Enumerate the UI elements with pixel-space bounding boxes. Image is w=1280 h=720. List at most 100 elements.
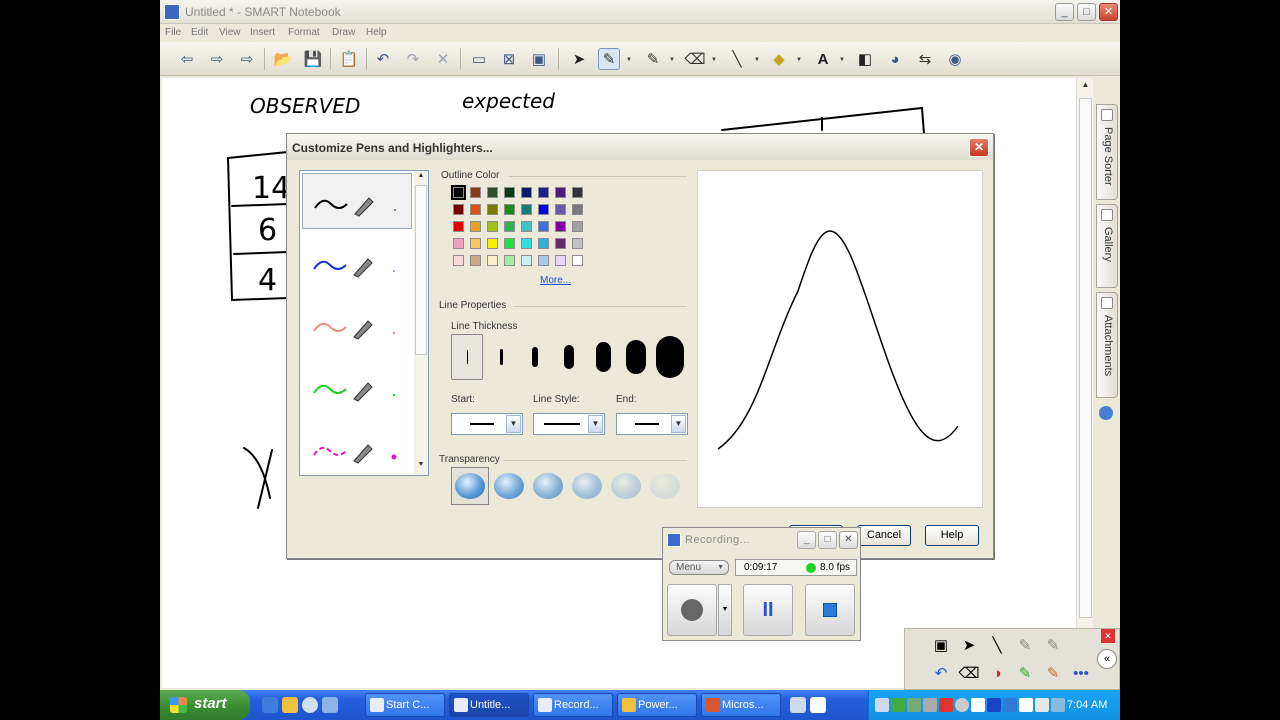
thickness-option-2[interactable] (485, 334, 517, 380)
creative-pen-icon[interactable]: ✎ (642, 48, 664, 70)
tray-icon-9[interactable] (1003, 698, 1017, 712)
color-swatch[interactable] (504, 221, 515, 232)
pen-item-pink[interactable] (302, 297, 412, 353)
menu-help[interactable]: Help (366, 27, 387, 38)
tray-icon-3[interactable] (907, 698, 921, 712)
transparency-option-4[interactable] (568, 467, 606, 505)
color-swatch[interactable] (555, 255, 566, 266)
properties-icon[interactable]: ◕ (884, 48, 906, 70)
transparency-option-1[interactable] (451, 467, 489, 505)
color-swatch[interactable] (521, 238, 532, 249)
color-swatch[interactable] (487, 204, 498, 215)
more-tools-icon[interactable]: ••• (1069, 661, 1093, 685)
eraser-icon[interactable]: ⌫ (957, 661, 981, 685)
color-swatch[interactable] (521, 221, 532, 232)
tray-icon-11[interactable] (1035, 698, 1049, 712)
tray-icon-10[interactable] (1019, 698, 1033, 712)
ie-icon[interactable] (262, 697, 278, 713)
maximize-button[interactable]: □ (1077, 3, 1096, 21)
canvas-scrollbar[interactable]: ▲ ▼ (1076, 78, 1093, 688)
color-swatch[interactable] (555, 238, 566, 249)
color-swatch[interactable] (470, 204, 481, 215)
eraser-dropdown-icon[interactable]: ▼ (711, 57, 717, 63)
color-swatch[interactable] (487, 187, 498, 198)
pen-scroll-down-icon[interactable]: ▼ (415, 461, 427, 473)
toolbar-options-icon[interactable]: ◉ (944, 48, 966, 70)
thickness-option-4[interactable] (553, 334, 585, 380)
pen-item-magenta[interactable] (302, 421, 412, 477)
line-tool-icon[interactable]: ╲ (726, 48, 748, 70)
menu-insert[interactable]: Insert (250, 27, 275, 38)
pen-scroll-up-icon[interactable]: ▲ (415, 172, 427, 184)
thickness-option-5[interactable] (587, 334, 619, 380)
color-swatch[interactable] (487, 221, 498, 232)
color-swatch[interactable] (538, 204, 549, 215)
scroll-up-icon[interactable]: ▲ (1079, 80, 1092, 93)
tray-icon-7[interactable] (971, 698, 985, 712)
menu-edit[interactable]: Edit (191, 27, 208, 38)
tray-icon-2[interactable] (891, 698, 905, 712)
transparency-option-6[interactable] (646, 467, 684, 505)
line-icon[interactable]: ╲ (985, 633, 1009, 657)
chevron-down-icon[interactable]: ▼ (506, 415, 521, 433)
media-player-icon[interactable] (302, 697, 318, 713)
pen-icon[interactable]: ✎ (1013, 633, 1037, 657)
color-swatch[interactable] (521, 255, 532, 266)
color-swatch[interactable] (521, 204, 532, 215)
color-swatch[interactable] (572, 255, 583, 266)
cancel-button[interactable]: Cancel (857, 525, 911, 546)
color-swatch[interactable] (487, 255, 498, 266)
tab-gallery[interactable]: Gallery (1096, 204, 1118, 288)
color-swatch[interactable] (538, 255, 549, 266)
green-pen-icon[interactable]: ✎ (1013, 661, 1037, 685)
fill-icon[interactable]: ◧ (854, 48, 876, 70)
undo-icon[interactable]: ↶ (372, 48, 394, 70)
next-page-icon[interactable]: ⇨ (206, 48, 228, 70)
color-swatch[interactable] (453, 204, 464, 215)
pen-scroll-thumb[interactable] (415, 185, 427, 355)
recorder-close-button[interactable]: ✕ (839, 531, 858, 549)
pen-tool-icon[interactable]: ✎ (598, 48, 620, 70)
close-button[interactable]: ✕ (1099, 3, 1118, 21)
help-button[interactable]: Help (925, 525, 979, 546)
color-swatch[interactable] (572, 221, 583, 232)
color-swatch[interactable] (572, 204, 583, 215)
previous-page-icon[interactable]: ⇦ (176, 48, 198, 70)
full-screen-icon[interactable]: ⊠ (498, 48, 520, 70)
chevron-down-icon[interactable]: ▼ (671, 415, 686, 433)
color-swatch[interactable] (504, 238, 515, 249)
color-swatch[interactable] (504, 187, 515, 198)
folder-icon[interactable] (282, 697, 298, 713)
quicklaunch-icon[interactable] (322, 697, 338, 713)
tab-page-sorter[interactable]: Page Sorter (1096, 104, 1118, 200)
collapse-icon[interactable]: « (1097, 649, 1117, 669)
pen-list[interactable]: ▲ ▼ (299, 170, 429, 476)
help-icon[interactable] (810, 697, 826, 713)
auto-hide-icon[interactable] (1099, 406, 1113, 420)
color-swatch[interactable] (453, 221, 464, 232)
open-file-icon[interactable]: 📂 (272, 48, 294, 70)
color-swatch[interactable] (453, 238, 464, 249)
paste-icon[interactable]: 📋 (338, 48, 360, 70)
color-swatch[interactable] (572, 187, 583, 198)
color-swatch[interactable] (453, 255, 464, 266)
start-cap-select[interactable]: ▼ (451, 413, 523, 435)
creative-pen-dropdown-icon[interactable]: ▼ (669, 57, 675, 63)
menu-file[interactable]: File (165, 27, 181, 38)
color-swatch[interactable] (487, 238, 498, 249)
color-swatch[interactable] (555, 204, 566, 215)
close-icon[interactable]: ✕ (1101, 629, 1115, 643)
recorder-maximize-button[interactable]: □ (818, 531, 837, 549)
color-swatch[interactable] (470, 238, 481, 249)
tray-icon-8[interactable] (987, 698, 1001, 712)
color-swatch[interactable] (470, 221, 481, 232)
menu-format[interactable]: Format (288, 27, 320, 38)
pen-item-black[interactable] (302, 173, 412, 229)
color-swatch[interactable] (470, 187, 481, 198)
shapes-dropdown-icon[interactable]: ▼ (796, 57, 802, 63)
tray-icon-5[interactable] (939, 698, 953, 712)
thickness-option-7[interactable] (653, 334, 687, 380)
color-swatch[interactable] (451, 185, 466, 200)
select-arrow-icon[interactable]: ➤ (957, 633, 981, 657)
stop-button[interactable] (805, 584, 855, 636)
